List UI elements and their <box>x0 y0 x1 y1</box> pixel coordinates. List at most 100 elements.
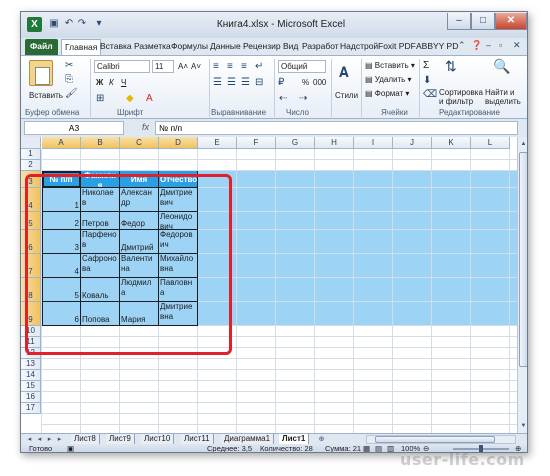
find-select-icon[interactable]: 🔍 <box>493 59 510 73</box>
maximize-button[interactable]: □ <box>471 13 495 30</box>
underline-button[interactable]: Ч <box>121 77 126 88</box>
row-header-17[interactable]: 17 <box>21 403 41 414</box>
tab-developer[interactable]: Разработ <box>302 39 339 55</box>
column-header-l[interactable]: L <box>471 137 510 149</box>
clear-icon[interactable]: ⌫ <box>423 88 437 101</box>
wrap-text-icon[interactable]: ↵ <box>255 60 263 73</box>
horizontal-scroll-thumb[interactable] <box>375 436 495 443</box>
copy-icon[interactable]: ⎘ <box>65 73 73 86</box>
tab-review[interactable]: Рецензир <box>243 39 281 55</box>
tab-page-layout[interactable]: Разметка <box>134 39 171 55</box>
column-header-e[interactable]: E <box>198 137 237 149</box>
delete-cells-button[interactable]: ▤ Удалить ▾ <box>365 74 412 85</box>
formula-input[interactable]: № п/п <box>155 121 518 135</box>
align-right-icon[interactable]: ☰ <box>241 76 250 89</box>
horizontal-scrollbar[interactable] <box>366 435 516 444</box>
tab-abbyy[interactable]: ABBYY PD <box>416 39 458 55</box>
doc-restore-icon[interactable]: ▫ <box>499 40 502 50</box>
column-header-h[interactable]: H <box>315 137 354 149</box>
row-header-15[interactable]: 15 <box>21 381 41 392</box>
italic-button[interactable]: К <box>109 77 114 88</box>
tab-foxit-pdf[interactable]: Foxit PDF <box>378 39 416 55</box>
autosum-button[interactable]: Σ <box>423 60 429 71</box>
cut-icon[interactable]: ✂ <box>65 59 73 72</box>
minimize-ribbon-icon[interactable]: ⌃ <box>458 40 466 51</box>
close-button[interactable]: ✕ <box>495 13 527 30</box>
redo-icon[interactable]: ↷ <box>76 18 88 30</box>
row-header-13[interactable]: 13 <box>21 359 41 370</box>
thousands-button[interactable]: 000 <box>313 77 326 88</box>
minimize-button[interactable]: – <box>447 13 471 30</box>
doc-close-icon[interactable]: ✕ <box>513 40 521 51</box>
find-select-button[interactable]: Найти и выделить <box>485 88 525 106</box>
align-left-icon[interactable]: ☰ <box>213 76 222 89</box>
column-header-g[interactable]: G <box>276 137 315 149</box>
vertical-scrollbar[interactable]: ▲ ▼ <box>517 137 527 433</box>
macro-record-icon[interactable]: ▣ <box>67 444 74 452</box>
tab-view[interactable]: Вид <box>283 39 298 55</box>
normal-view-icon[interactable]: ▦ <box>363 444 370 452</box>
paste-button[interactable]: Вставить <box>29 90 63 101</box>
column-header-i[interactable]: I <box>354 137 393 149</box>
align-center-icon[interactable]: ☰ <box>227 76 236 89</box>
merge-icon[interactable]: ⊟ <box>255 76 263 89</box>
column-header-k[interactable]: K <box>432 137 471 149</box>
scroll-down-icon[interactable]: ▼ <box>519 421 527 431</box>
help-icon[interactable]: ❓ <box>471 40 482 51</box>
save-icon[interactable]: ▣ <box>48 18 60 30</box>
percent-button[interactable]: % <box>302 77 309 88</box>
shrink-font-button[interactable]: A˅ <box>191 61 201 72</box>
decrease-decimal-icon[interactable]: ⇢ <box>299 92 307 105</box>
page-layout-view-icon[interactable]: ▤ <box>375 444 382 452</box>
insert-function-icon[interactable]: fx <box>142 122 149 132</box>
scroll-up-icon[interactable]: ▲ <box>519 139 527 149</box>
worksheet-grid[interactable]: A B C D E F G H I J K L 1 2 3 4 5 6 7 8 9 10 11 12 13 14 15 16 17 № п… <box>21 137 517 433</box>
styles-button[interactable]: Стили <box>335 90 358 101</box>
tab-file[interactable]: Файл <box>25 39 58 55</box>
tab-addins[interactable]: Надстрой <box>340 39 378 55</box>
tab-data[interactable]: Данные <box>210 39 241 55</box>
tab-formulas[interactable]: Формулы <box>171 39 208 55</box>
borders-icon[interactable]: ⊞ <box>96 92 104 105</box>
column-header-d[interactable]: D <box>159 137 198 149</box>
paste-icon[interactable] <box>29 60 53 86</box>
column-header-a[interactable]: A <box>42 137 81 149</box>
tab-insert[interactable]: Вставка <box>100 39 132 55</box>
select-all-corner[interactable] <box>21 137 41 149</box>
row-header-16[interactable]: 16 <box>21 392 41 403</box>
currency-icon[interactable]: ₽ <box>278 76 284 89</box>
vertical-scroll-thumb[interactable] <box>519 152 527 367</box>
fill-color-icon[interactable]: ◆ <box>126 92 134 105</box>
styles-icon[interactable]: 𝐀 <box>339 65 349 79</box>
doc-minimize-icon[interactable]: – <box>486 40 491 50</box>
sort-filter-button[interactable]: Сортировка и фильтр <box>439 88 483 106</box>
insert-cells-button[interactable]: ▤ Вставить ▾ <box>365 60 415 71</box>
fill-icon[interactable]: ⬇ <box>423 74 431 87</box>
column-header-b[interactable]: B <box>81 137 120 149</box>
excel-logo-icon[interactable]: X <box>27 17 42 32</box>
customize-qat-icon[interactable]: ▾ <box>93 18 105 30</box>
grow-font-button[interactable]: A˄ <box>178 61 188 72</box>
font-name-select[interactable]: Calibri <box>94 60 150 73</box>
column-header-j[interactable]: J <box>393 137 432 149</box>
bold-button[interactable]: Ж <box>96 77 103 88</box>
format-cells-button[interactable]: ▤ Формат ▾ <box>365 88 409 99</box>
align-top-icon[interactable]: ≡ <box>213 60 219 73</box>
sort-filter-icon[interactable]: ⇅ <box>445 59 457 73</box>
page-break-view-icon[interactable]: ▥ <box>387 444 394 452</box>
name-box[interactable]: A3 <box>24 121 124 135</box>
increase-decimal-icon[interactable]: ⇠ <box>279 92 287 105</box>
column-header-f[interactable]: F <box>237 137 276 149</box>
format-painter-icon[interactable]: 🖌 <box>65 87 78 100</box>
column-header-c[interactable]: C <box>120 137 159 149</box>
number-format-select[interactable]: Общий <box>278 60 326 73</box>
undo-icon[interactable]: ↶ <box>63 18 75 30</box>
font-color-icon[interactable]: A <box>146 92 153 105</box>
row-header-1[interactable]: 1 <box>21 149 41 160</box>
font-size-select[interactable]: 11 <box>152 60 174 73</box>
align-bottom-icon[interactable]: ≡ <box>241 60 247 73</box>
align-middle-icon[interactable]: ≡ <box>227 60 233 73</box>
tab-home[interactable]: Главная <box>61 39 102 55</box>
row-header-2[interactable]: 2 <box>21 160 41 171</box>
row-header-14[interactable]: 14 <box>21 370 41 381</box>
